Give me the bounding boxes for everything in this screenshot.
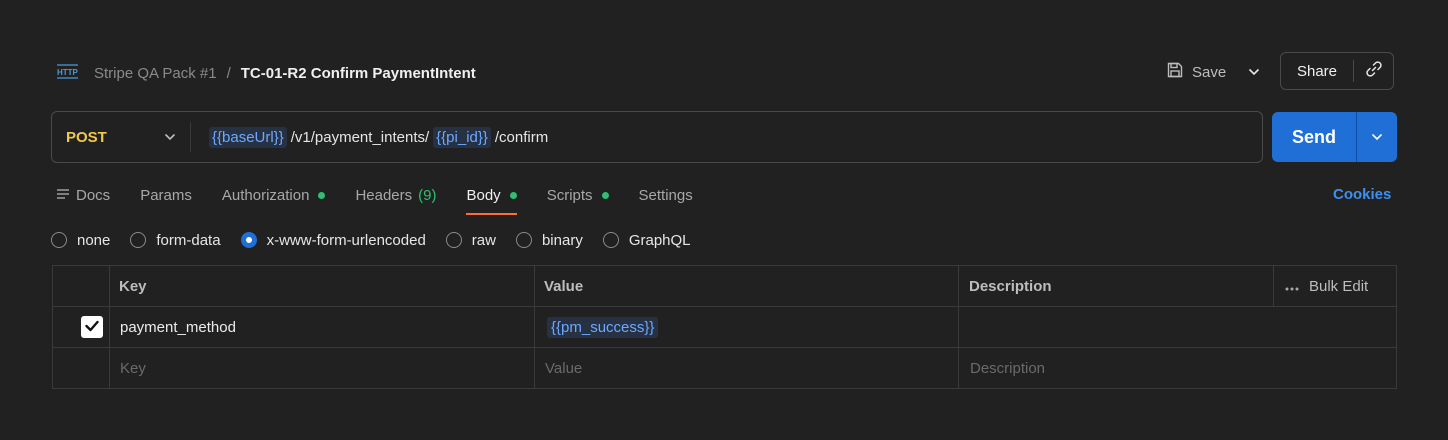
tab-authorization[interactable]: Authorization — [222, 182, 326, 208]
row-value-cell[interactable]: {{pm_success}} — [547, 307, 947, 347]
radio-circle-checked — [240, 232, 257, 248]
request-tabs: Docs Params Authorization Headers (9) Bo… — [56, 182, 723, 216]
radio-circle — [445, 232, 462, 248]
radio-label: raw — [471, 231, 496, 249]
tab-headers[interactable]: Headers (9) — [355, 182, 436, 208]
tab-scripts[interactable]: Scripts — [547, 182, 609, 208]
column-divider — [958, 266, 959, 388]
column-divider — [534, 266, 535, 388]
bulk-edit-label: Bulk Edit — [1309, 277, 1369, 295]
url-variable-pi-id: {{pi_id}} — [433, 126, 491, 148]
tab-params[interactable]: Params — [140, 182, 192, 208]
tab-label: Scripts — [546, 186, 593, 204]
cookies-link[interactable]: Cookies — [1333, 186, 1391, 203]
share-group: Share — [1280, 52, 1394, 90]
url-path-segment: /v1/payment_intents/ — [290, 128, 430, 146]
url-path-segment: /confirm — [494, 128, 549, 146]
method-label: POST — [66, 128, 107, 146]
table-header-row: Key Value Description Bulk Edit — [53, 266, 1396, 307]
url-bar: POST {{baseUrl}} /v1/payment_intents/ {{… — [51, 111, 1263, 163]
docs-lines-icon — [56, 187, 70, 204]
checkmark-icon — [85, 319, 99, 336]
breadcrumb-separator: / — [226, 64, 231, 82]
column-header-key: Key — [119, 277, 147, 295]
tab-body[interactable]: Body — [466, 182, 517, 215]
table-row-empty: Key Value Description — [53, 348, 1396, 389]
status-dot — [509, 191, 517, 199]
radio-circle — [51, 232, 67, 248]
tab-label: Docs — [76, 186, 111, 204]
radio-none[interactable]: none — [51, 232, 110, 249]
breadcrumb: HTTP Stripe QA Pack #1 / TC-01-R2 Confir… — [56, 60, 476, 86]
method-select[interactable]: POST — [52, 112, 190, 162]
send-options-button[interactable] — [1357, 112, 1397, 162]
row-description[interactable] — [970, 307, 1270, 347]
tab-label: Settings — [638, 186, 693, 204]
bulk-edit-button[interactable]: Bulk Edit — [1285, 278, 1368, 295]
radio-label: GraphQL — [628, 231, 691, 249]
link-icon — [1365, 60, 1383, 83]
radio-label: form-data — [156, 231, 221, 249]
url-variable-baseurl: {{baseUrl}} — [209, 126, 287, 148]
chevron-down-icon — [1371, 128, 1383, 146]
bulk-edit-cell: Bulk Edit — [1285, 266, 1395, 306]
copy-link-button[interactable] — [1354, 53, 1393, 89]
row-value: {{pm_success}} — [547, 316, 659, 338]
tab-label: Authorization — [221, 186, 310, 204]
breadcrumb-collection[interactable]: Stripe QA Pack #1 — [94, 65, 217, 82]
radio-label: x-www-form-urlencoded — [266, 231, 426, 249]
tab-settings[interactable]: Settings — [639, 182, 693, 208]
http-icon: HTTP — [56, 61, 80, 85]
column-header-value: Value — [544, 277, 584, 295]
radio-label: none — [77, 231, 111, 249]
row-key[interactable]: payment_method — [120, 307, 520, 347]
column-header-description: Description — [969, 277, 1052, 295]
floppy-disk-icon — [1166, 61, 1184, 83]
chevron-down-icon — [1248, 63, 1260, 81]
ellipsis-icon — [1285, 278, 1299, 295]
headers-count: (9) — [418, 186, 437, 204]
send-button[interactable]: Send — [1272, 112, 1356, 162]
tab-docs[interactable]: Docs — [56, 182, 110, 208]
radio-circle — [130, 232, 147, 248]
row-checkbox[interactable] — [81, 316, 103, 338]
url-divider — [190, 122, 191, 152]
save-label: Save — [1192, 63, 1227, 81]
radio-circle — [515, 232, 532, 248]
description-input[interactable]: Description — [970, 348, 1370, 389]
save-button[interactable]: Save — [1160, 56, 1232, 88]
status-dot — [318, 191, 326, 199]
request-name[interactable]: TC-01-R2 Confirm PaymentIntent — [241, 65, 476, 82]
column-divider — [109, 266, 110, 388]
radio-label: binary — [541, 231, 583, 249]
row-checkbox-cell — [81, 307, 105, 347]
body-mode-radios: none form-data x-www-form-urlencoded raw… — [51, 230, 711, 250]
column-divider — [1273, 266, 1274, 306]
value-input[interactable]: Value — [545, 348, 945, 389]
table-row: payment_method {{pm_success}} — [53, 307, 1396, 348]
tab-label: Headers — [355, 186, 413, 204]
send-group: Send — [1272, 112, 1397, 162]
status-dot — [601, 191, 609, 199]
radio-graphql[interactable]: GraphQL — [602, 231, 691, 249]
tab-label: Params — [140, 186, 192, 204]
svg-text:HTTP: HTTP — [57, 68, 79, 77]
tab-label: Body — [466, 186, 501, 204]
share-button[interactable]: Share — [1281, 53, 1353, 89]
radio-binary[interactable]: binary — [515, 231, 583, 249]
chevron-down-icon — [164, 128, 176, 146]
radio-x-www-form-urlencoded[interactable]: x-www-form-urlencoded — [240, 231, 426, 249]
radio-raw[interactable]: raw — [445, 231, 496, 249]
key-input[interactable]: Key — [120, 348, 520, 389]
params-table: Key Value Description Bulk Edit payment_… — [52, 265, 1397, 389]
radio-circle — [602, 232, 619, 248]
radio-dot — [245, 237, 252, 243]
save-options-button[interactable] — [1242, 56, 1266, 88]
radio-form-data[interactable]: form-data — [130, 231, 221, 249]
url-input[interactable]: {{baseUrl}} /v1/payment_intents/ {{pi_id… — [209, 126, 549, 148]
